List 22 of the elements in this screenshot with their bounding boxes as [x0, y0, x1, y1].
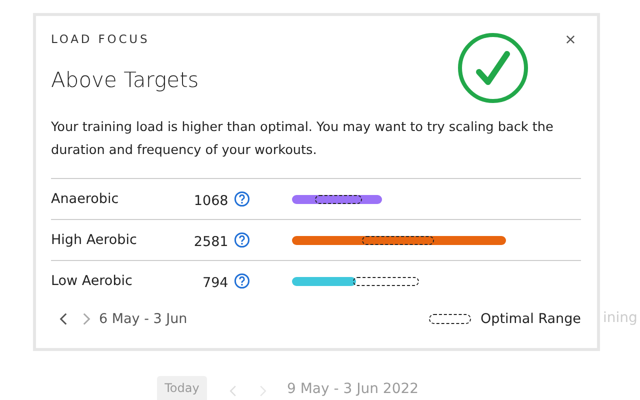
dialog-title: Above Targets	[51, 68, 200, 92]
help-icon[interactable]	[234, 232, 250, 248]
load-value: 2581	[192, 234, 228, 250]
chevron-left-icon[interactable]	[59, 312, 68, 326]
period-label: 6 May - 3 Jun	[99, 311, 188, 327]
description: Your training load is higher than optimal. You may want to try scaling back the duration and frequency of your workouts.	[51, 119, 554, 160]
zone-label: Low Aerobic	[51, 273, 134, 289]
help-icon[interactable]	[234, 273, 250, 289]
optimal-range-legend-icon	[428, 314, 470, 324]
optimal-range-marker	[315, 194, 362, 204]
check-circle-icon	[457, 32, 529, 104]
load-value: 1068	[192, 192, 228, 208]
zone-label: High Aerobic	[51, 232, 138, 248]
dialog-eyebrow: LOAD FOCUS	[51, 32, 150, 46]
close-icon[interactable]	[566, 35, 575, 44]
today-button[interactable]: Today	[157, 376, 207, 400]
zone-label: Anaerobic	[51, 191, 120, 207]
help-icon[interactable]	[234, 191, 250, 207]
legend-label: Optimal Range	[480, 311, 581, 327]
date-range: 9 May - 3 Jun 2022	[287, 381, 419, 397]
load-value: 794	[201, 274, 228, 290]
optimal-range-marker	[352, 276, 420, 286]
